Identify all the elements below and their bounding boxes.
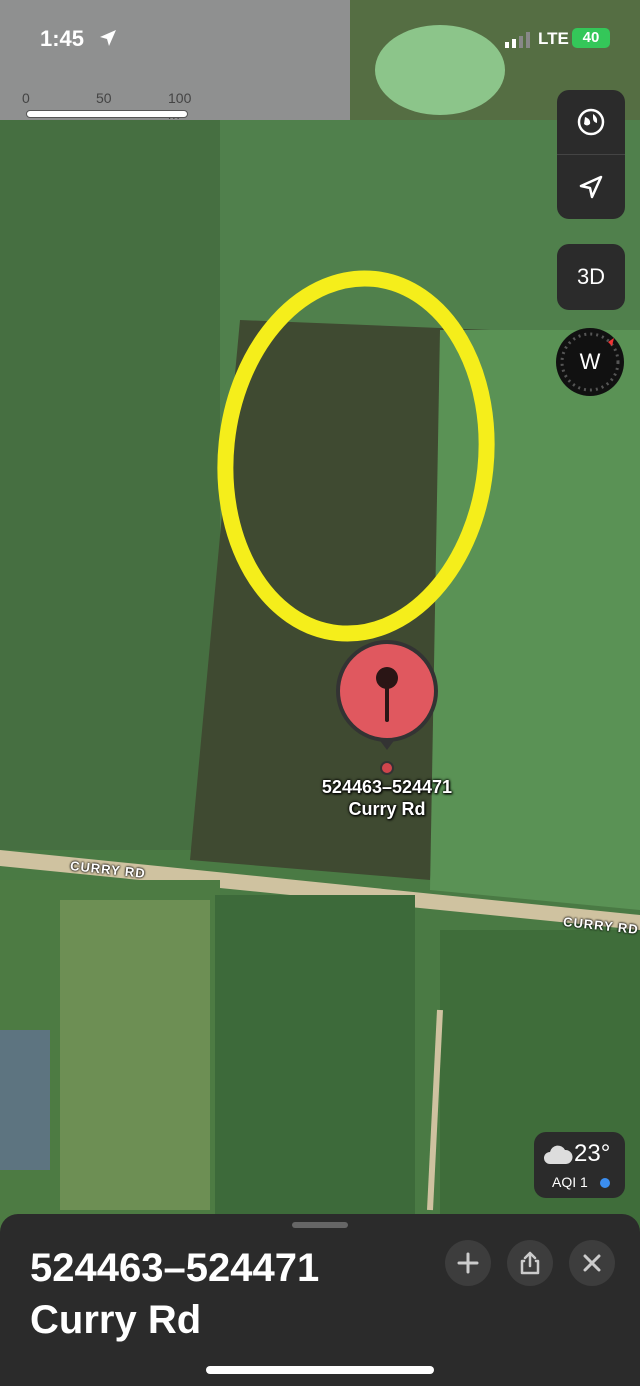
pin-icon xyxy=(376,667,398,722)
battery-icon: 40 xyxy=(572,28,610,48)
place-title: 524463–524471 Curry Rd xyxy=(30,1242,319,1346)
aqi-dot xyxy=(600,1178,610,1188)
compass-button[interactable]: W xyxy=(556,328,624,396)
close-icon xyxy=(583,1254,601,1272)
globe-icon xyxy=(577,108,605,136)
cellular-signal-icon xyxy=(505,32,530,48)
share-icon xyxy=(520,1251,540,1275)
dropped-pin[interactable] xyxy=(336,640,438,742)
close-button[interactable] xyxy=(569,1240,615,1286)
home-indicator[interactable] xyxy=(206,1366,434,1374)
share-button[interactable] xyxy=(507,1240,553,1286)
pin-label-line1: 524463–524471 xyxy=(321,777,453,797)
pin-label[interactable]: 524463–524471 Curry Rd xyxy=(286,776,488,820)
place-title-line1: 524463–524471 xyxy=(30,1246,320,1290)
plus-icon xyxy=(457,1252,479,1274)
scale-tick: 0 xyxy=(22,90,30,106)
scale-tick: 50 xyxy=(96,90,112,106)
cloud-icon xyxy=(544,1145,573,1164)
map-type-button[interactable] xyxy=(557,90,625,154)
pin-pointer xyxy=(378,738,396,775)
place-title-line2: Curry Rd xyxy=(30,1298,202,1342)
location-services-icon xyxy=(100,30,116,46)
map-controls xyxy=(557,90,625,219)
status-time: 1:45 xyxy=(40,26,85,51)
3d-button[interactable]: 3D xyxy=(557,244,625,310)
sheet-grabber[interactable] xyxy=(292,1222,348,1228)
location-arrow-icon xyxy=(579,175,603,199)
compass-label: W xyxy=(579,349,601,374)
status-bar: 1:45 LTE 40 xyxy=(0,0,640,80)
add-button[interactable] xyxy=(445,1240,491,1286)
scale-bar xyxy=(26,110,188,118)
current-location-button[interactable] xyxy=(557,155,625,219)
aqi-value: AQI 1 xyxy=(552,1174,588,1190)
place-card[interactable]: 524463–524471 Curry Rd xyxy=(0,1214,640,1386)
network-type: LTE xyxy=(538,29,569,48)
weather-widget[interactable]: 23° AQI 1 xyxy=(534,1132,625,1198)
pin-label-line2: Curry Rd xyxy=(348,799,426,819)
temperature: 23° xyxy=(574,1140,611,1167)
